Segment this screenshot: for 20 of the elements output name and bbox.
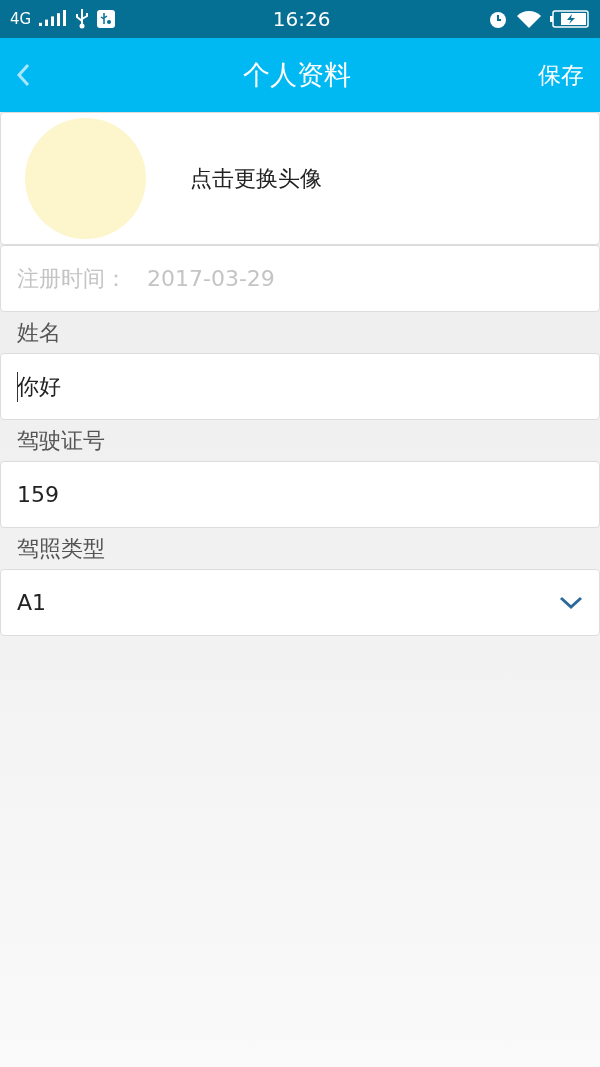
registration-label: 注册时间： bbox=[17, 264, 127, 293]
page-title: 个人资料 bbox=[242, 58, 352, 92]
text-input-field[interactable]: 你好 bbox=[0, 353, 600, 420]
field-label: 驾照类型 bbox=[17, 534, 105, 563]
usb-debug-icon bbox=[97, 10, 116, 28]
wifi-icon bbox=[516, 9, 542, 29]
field-label: 驾驶证号 bbox=[17, 426, 105, 455]
registration-date: 2017-03-29 bbox=[147, 266, 275, 291]
network-label: 4G bbox=[10, 10, 32, 28]
chevron-left-icon bbox=[16, 63, 30, 87]
battery-icon bbox=[550, 9, 590, 29]
license-type-select[interactable]: A1 bbox=[0, 569, 600, 636]
signal-icon bbox=[39, 10, 68, 28]
field-label: 姓名 bbox=[17, 318, 61, 347]
text-input-field[interactable]: 159 bbox=[0, 461, 600, 528]
alarm-icon bbox=[488, 9, 508, 29]
clock-time: 16:26 bbox=[272, 7, 331, 31]
chevron-down-icon bbox=[559, 595, 583, 610]
usb-icon bbox=[75, 9, 90, 29]
change-avatar-label: 点击更换头像 bbox=[190, 164, 322, 193]
